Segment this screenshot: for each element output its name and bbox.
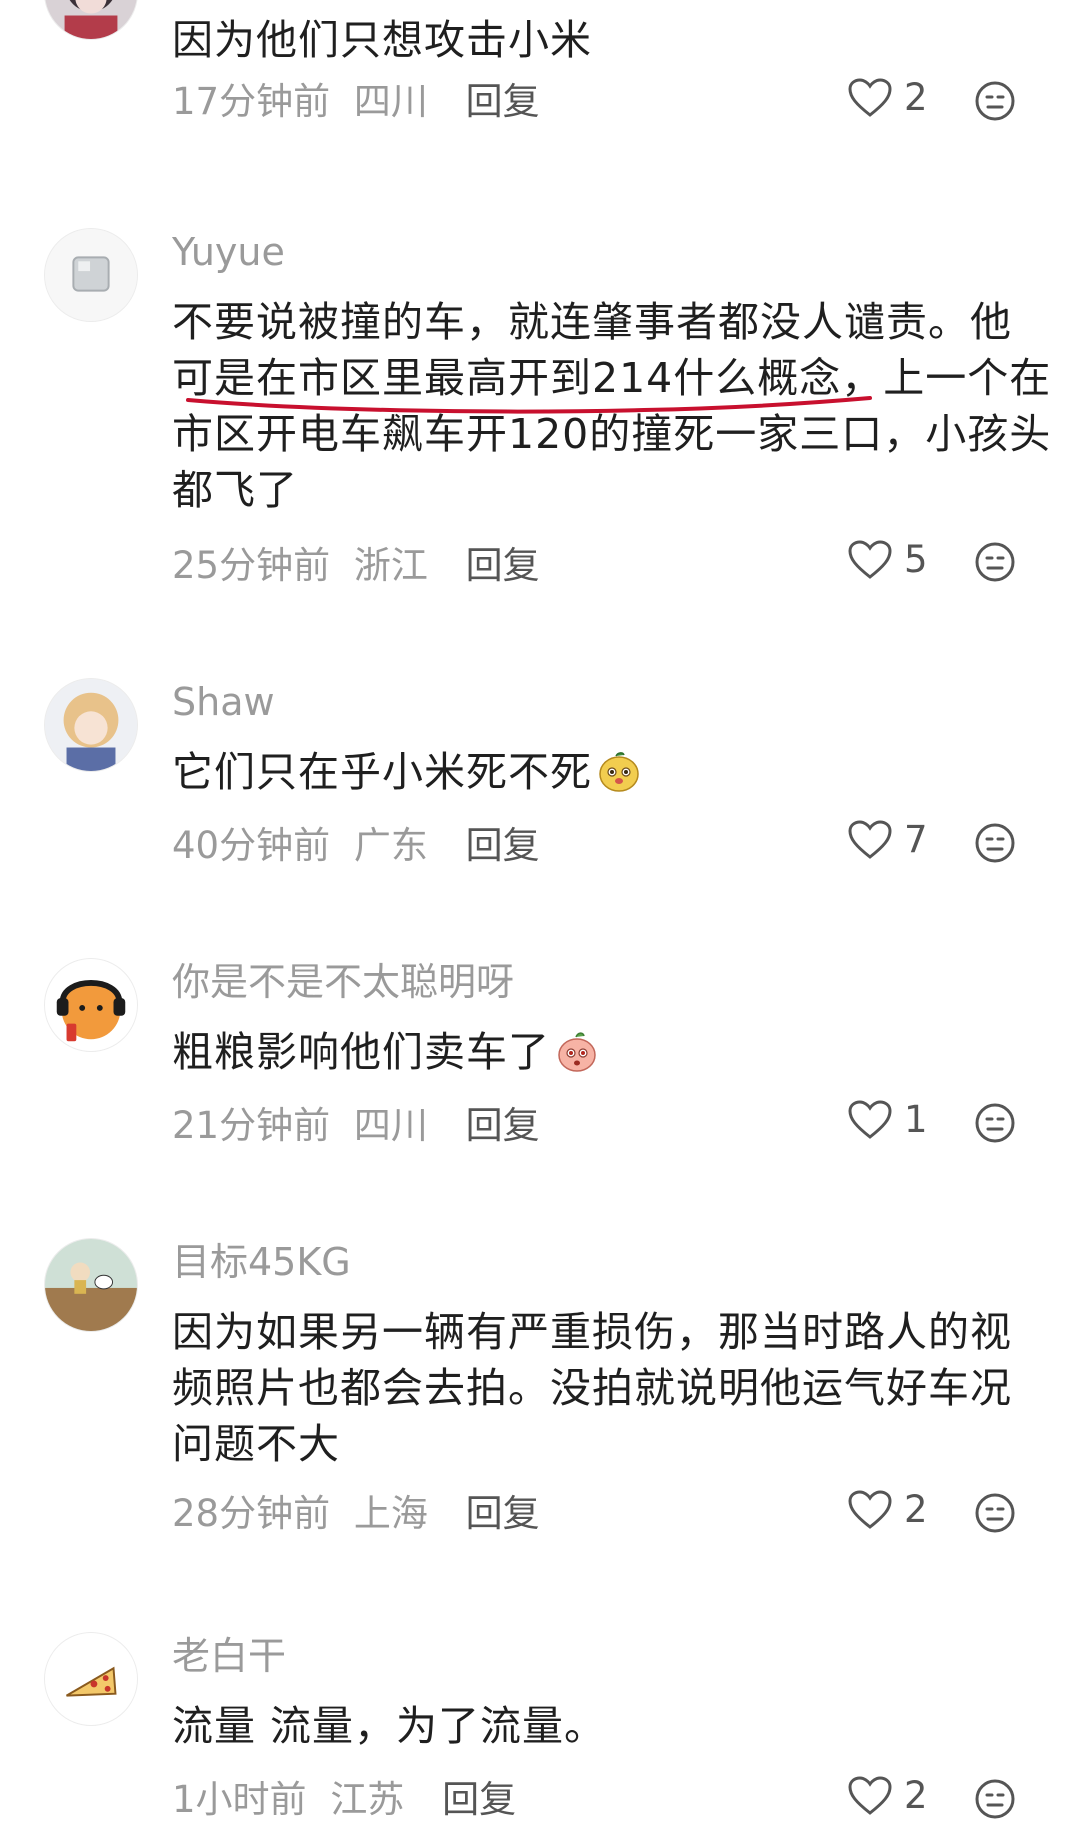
user-avatar[interactable] bbox=[44, 228, 138, 322]
like-button[interactable]: 2 bbox=[848, 1486, 928, 1534]
neutral-face-icon bbox=[975, 1779, 1015, 1819]
user-avatar[interactable] bbox=[44, 1632, 138, 1726]
comment-location: 浙江 bbox=[353, 544, 428, 587]
neutral-face-icon bbox=[975, 1103, 1015, 1143]
comment-meta: 25分钟前 浙江 回复 bbox=[172, 542, 540, 590]
comment-meta: 40分钟前 广东 回复 bbox=[172, 822, 540, 870]
like-count: 2 bbox=[904, 76, 928, 119]
reply-button[interactable]: 回复 bbox=[466, 1104, 540, 1147]
like-button[interactable]: 7 bbox=[848, 816, 928, 864]
comment-time: 1小时前 bbox=[172, 1778, 307, 1821]
like-button[interactable]: 1 bbox=[848, 1096, 928, 1144]
ice-cube-avatar-icon bbox=[45, 229, 137, 321]
user-avatar[interactable] bbox=[44, 0, 138, 40]
like-button[interactable]: 2 bbox=[848, 74, 928, 122]
pizza-slice-avatar-icon bbox=[45, 1633, 137, 1725]
dislike-button[interactable] bbox=[974, 80, 1016, 122]
reply-button[interactable]: 回复 bbox=[466, 80, 540, 123]
user-avatar[interactable] bbox=[44, 958, 138, 1052]
like-count: 7 bbox=[904, 818, 928, 861]
username[interactable]: 你是不是不太聪明呀 bbox=[172, 958, 514, 1006]
comment-meta: 1小时前 江苏 回复 bbox=[172, 1776, 516, 1824]
comment-meta: 28分钟前 上海 回复 bbox=[172, 1490, 540, 1538]
dislike-button[interactable] bbox=[974, 1778, 1016, 1820]
heart-icon bbox=[848, 1490, 892, 1529]
username[interactable]: 目标45KG bbox=[172, 1238, 351, 1286]
comment-location: 广东 bbox=[353, 824, 428, 867]
username[interactable]: Yuyue bbox=[172, 228, 285, 276]
reply-button[interactable]: 回复 bbox=[442, 1778, 516, 1821]
neutral-face-icon bbox=[975, 823, 1015, 863]
comment-time: 28分钟前 bbox=[172, 1492, 331, 1535]
comment-text: 粗粮影响他们卖车了 bbox=[172, 1024, 1042, 1080]
like-count: 2 bbox=[904, 1774, 928, 1817]
comment-text: 因为如果另一辆有严重损伤，那当时路人的视 频照片也都会去拍。没拍就说明他运气好车… bbox=[172, 1308, 1012, 1468]
comment-text: 流量 流量，为了流量。 bbox=[172, 1702, 607, 1750]
like-button[interactable]: 2 bbox=[848, 1772, 928, 1820]
comment-location: 江苏 bbox=[330, 1778, 405, 1821]
like-count: 2 bbox=[904, 1488, 928, 1531]
user-avatar[interactable] bbox=[44, 1238, 138, 1332]
heart-icon bbox=[848, 820, 892, 859]
like-button[interactable]: 5 bbox=[848, 536, 928, 584]
heart-icon bbox=[848, 1776, 892, 1815]
comment-text: 不要说被撞的车，就连肇事者都没人谴责。他 可是在市区里最高开到214什么概念，上… bbox=[172, 298, 1052, 514]
comment-meta: 21分钟前 四川 回复 bbox=[172, 1102, 540, 1150]
user-avatar[interactable] bbox=[44, 678, 138, 772]
orange-cat-headphones-avatar-icon bbox=[45, 959, 137, 1051]
heart-icon bbox=[848, 540, 892, 579]
comment-location: 四川 bbox=[353, 1104, 428, 1147]
neutral-face-icon bbox=[975, 81, 1015, 121]
anime-girl-avatar-icon bbox=[45, 0, 137, 39]
reply-button[interactable]: 回复 bbox=[466, 1492, 540, 1535]
dislike-button[interactable] bbox=[974, 1102, 1016, 1144]
username[interactable]: 老白干 bbox=[172, 1632, 286, 1680]
dislike-button[interactable] bbox=[974, 822, 1016, 864]
comment-time: 40分钟前 bbox=[172, 824, 331, 867]
comment-time: 17分钟前 bbox=[172, 80, 331, 123]
comment-text: 因为他们只想攻击小米 bbox=[172, 16, 592, 64]
username[interactable]: Shaw bbox=[172, 678, 275, 726]
dislike-button[interactable] bbox=[974, 1492, 1016, 1534]
comment-time: 21分钟前 bbox=[172, 1104, 331, 1147]
cute-face-emoji-icon bbox=[596, 748, 642, 794]
comment-meta: 17分钟前 四川 回复 bbox=[172, 78, 540, 126]
comment-location: 四川 bbox=[353, 80, 428, 123]
neutral-face-icon bbox=[975, 542, 1015, 582]
heart-icon bbox=[848, 1100, 892, 1139]
heart-icon bbox=[848, 78, 892, 117]
dislike-button[interactable] bbox=[974, 541, 1016, 583]
neutral-face-icon bbox=[975, 1493, 1015, 1533]
like-count: 5 bbox=[904, 538, 928, 581]
anime-character-avatar-icon bbox=[45, 679, 137, 771]
comment-location: 上海 bbox=[353, 1492, 428, 1535]
like-count: 1 bbox=[904, 1098, 928, 1141]
peach-face-emoji-icon bbox=[554, 1028, 600, 1074]
snoopy-field-avatar-icon bbox=[45, 1239, 137, 1331]
reply-button[interactable]: 回复 bbox=[466, 824, 540, 867]
comment-time: 25分钟前 bbox=[172, 544, 331, 587]
reply-button[interactable]: 回复 bbox=[466, 544, 540, 587]
comment-text: 它们只在乎小米死不死 bbox=[172, 744, 1042, 800]
